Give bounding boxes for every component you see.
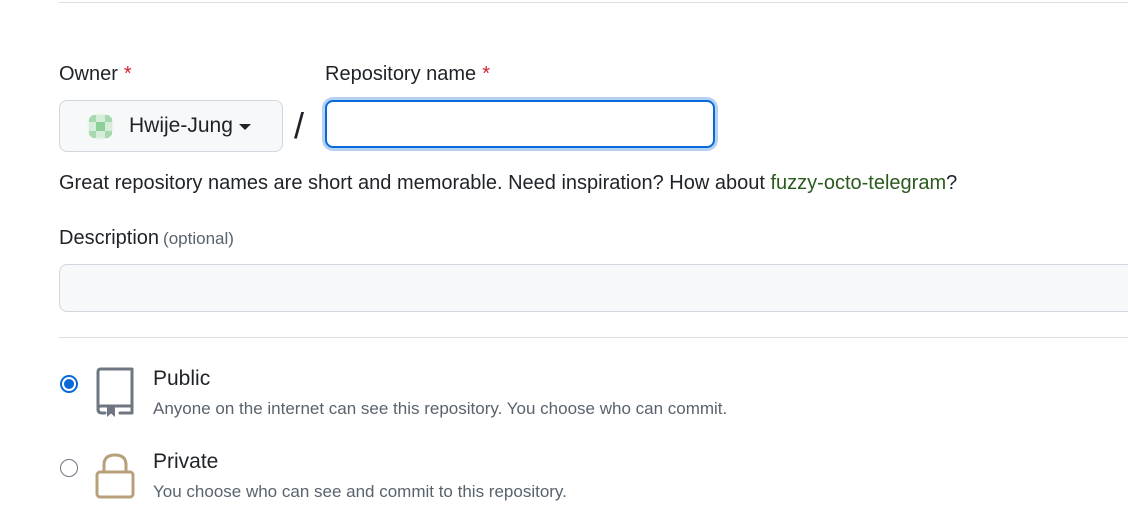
required-asterisk: *: [123, 63, 132, 85]
visibility-public-radio[interactable]: [60, 375, 78, 393]
lock-icon: [94, 452, 136, 505]
visibility-private-description: You choose who can see and commit to thi…: [153, 482, 567, 501]
owner-avatar: [86, 111, 115, 141]
repository-name-label-text: Repository name: [325, 63, 477, 85]
description-input[interactable]: [59, 264, 1128, 312]
owner-repo-separator: /: [294, 105, 305, 146]
section-divider: [59, 337, 1128, 338]
owner-name: Hwije-Jung: [129, 114, 233, 137]
visibility-public-title: Public: [153, 367, 211, 390]
top-divider: [59, 2, 1128, 3]
hint-text: Great repository names are short and mem…: [59, 172, 771, 194]
visibility-private-radio[interactable]: [60, 459, 78, 477]
repository-name-input[interactable]: [325, 100, 715, 148]
repository-name-label: Repository name *: [325, 63, 490, 86]
owner-dropdown-button[interactable]: Hwije-Jung: [59, 100, 283, 152]
visibility-private-title: Private: [153, 450, 219, 473]
description-label: Description (optional): [59, 227, 234, 250]
hint-suffix: ?: [946, 172, 958, 194]
repo-icon: [94, 366, 136, 423]
description-label-text: Description: [59, 227, 160, 249]
required-asterisk: *: [482, 63, 490, 85]
visibility-public-description: Anyone on the internet can see this repo…: [153, 399, 728, 418]
repository-name-hint: Great repository names are short and mem…: [59, 172, 957, 195]
owner-label-text: Owner: [59, 63, 118, 85]
name-suggestion-link[interactable]: fuzzy-octo-telegram: [770, 172, 946, 194]
owner-label: Owner *: [59, 63, 132, 86]
caret-down-icon: [238, 124, 251, 130]
optional-tag: (optional): [163, 229, 234, 248]
